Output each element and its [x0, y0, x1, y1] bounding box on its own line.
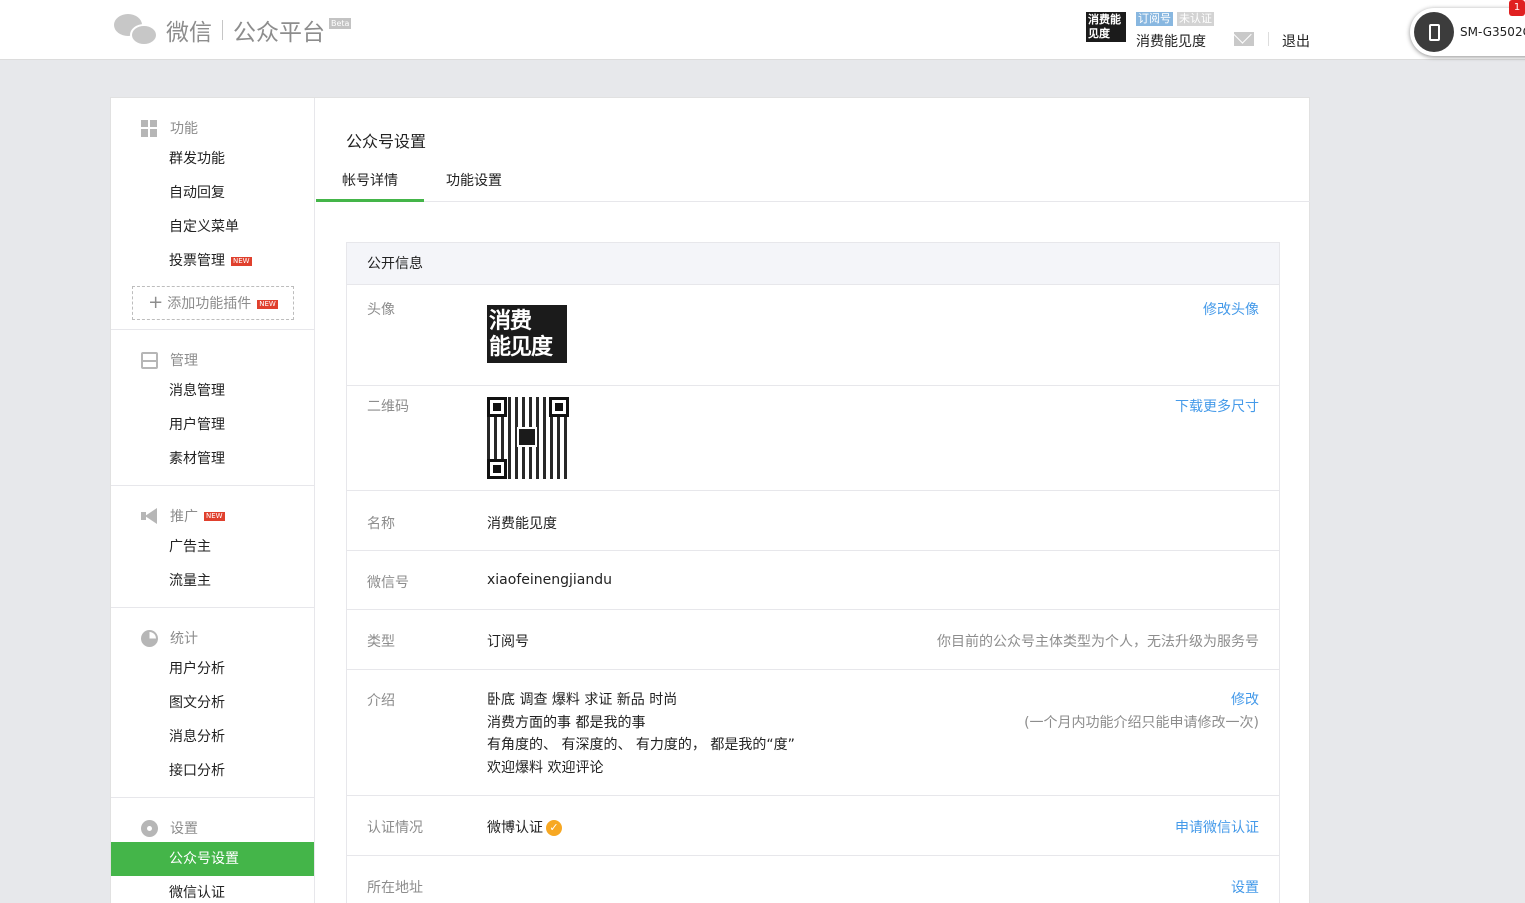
row-avatar: 头像 消费 能见度 修改头像 — [347, 285, 1279, 386]
sidebar-item-broadcast[interactable]: 群发功能 — [111, 142, 314, 176]
public-info-panel: 公开信息 头像 消费 能见度 修改头像 二维码 下载更多尺寸 名称 消费能见度 … — [346, 242, 1280, 903]
content-area: 公众号设置 帐号详情 功能设置 公开信息 头像 消费能见度 修改头像 二维码 — [316, 98, 1310, 903]
nav-group-settings: 设置 公众号设置 微信认证 — [111, 798, 314, 903]
tray-icon — [141, 351, 158, 369]
sidebar-item-auto-reply[interactable]: 自动回复 — [111, 176, 314, 210]
verified-check-icon: ✓ — [546, 820, 562, 836]
wechat-id-value: xiaofeinengjiandu — [487, 572, 612, 588]
new-badge: NEW — [257, 299, 278, 309]
add-plugin-button[interactable]: + 添加功能插件 NEW — [132, 286, 294, 320]
row-intro: 介绍 卧底 调查 爆料 求证 新品 时尚 消费方面的事 都是我的事 有角度的、 … — [347, 670, 1279, 796]
nav-group-functions: 功能 群发功能 自动回复 自定义菜单 投票管理 NEW + 添加功能插件 NEW — [111, 98, 314, 330]
sidebar-item-message-analysis[interactable]: 消息分析 — [111, 720, 314, 754]
account-name-value: 消费能见度 — [487, 516, 557, 532]
nav-head-functions: 功能 — [111, 114, 314, 142]
avatar-image: 消费 能见度 — [487, 305, 567, 363]
row-certification: 认证情况 微博认证 ✓ 申请微信认证 — [347, 796, 1279, 856]
label-intro: 介绍 — [367, 693, 395, 709]
new-badge: NEW — [231, 256, 252, 266]
sidebar-item-api-analysis[interactable]: 接口分析 — [111, 754, 314, 788]
qrcode-image — [487, 397, 569, 479]
wechat-logo-icon — [114, 12, 158, 48]
header-divider — [1268, 32, 1269, 46]
row-address: 所在地址 设置 — [347, 856, 1279, 903]
megaphone-icon — [141, 507, 158, 525]
sidebar-item-materials[interactable]: 素材管理 — [111, 442, 314, 476]
certification-value: 微博认证 ✓ — [487, 817, 562, 837]
grid-icon — [141, 119, 158, 137]
nav-head-settings: 设置 — [111, 814, 314, 842]
panel-title: 公开信息 — [347, 243, 1279, 285]
row-type: 类型 订阅号 你目前的公众号主体类型为个人，无法升级为服务号 — [347, 610, 1279, 670]
label-avatar: 头像 — [367, 302, 395, 318]
mail-icon[interactable] — [1234, 32, 1254, 46]
label-type: 类型 — [367, 634, 395, 650]
account-avatar[interactable]: 消费能见度 — [1086, 12, 1126, 42]
device-name: SM-G3502C — [1460, 25, 1525, 39]
sidebar-item-article-analysis[interactable]: 图文分析 — [111, 686, 314, 720]
top-bar: 微信 公众平台 Beta 消费能见度 订阅号 未认证 消费能见度 退出 — [0, 0, 1525, 60]
type-value: 订阅号 — [487, 634, 529, 650]
phone-icon — [1414, 12, 1454, 52]
logout-link[interactable]: 退出 — [1282, 31, 1310, 51]
apply-verification-link[interactable]: 申请微信认证 — [1175, 817, 1259, 837]
edit-intro-link[interactable]: 修改 — [1024, 689, 1259, 712]
sidebar: 功能 群发功能 自动回复 自定义菜单 投票管理 NEW + 添加功能插件 NEW 管理… — [111, 98, 315, 903]
download-qrcode-link[interactable]: 下载更多尺寸 — [1175, 396, 1259, 416]
page-title: 公众号设置 — [346, 132, 427, 151]
nav-head-promotion: 推广 NEW — [111, 502, 314, 530]
account-info[interactable]: 消费能见度 订阅号 未认证 消费能见度 — [1086, 12, 1214, 51]
account-name[interactable]: 消费能见度 — [1136, 31, 1214, 51]
label-address: 所在地址 — [367, 880, 423, 896]
type-note: 你目前的公众号主体类型为个人，无法升级为服务号 — [937, 634, 1259, 650]
gear-icon — [141, 819, 158, 837]
beta-badge: Beta — [329, 17, 352, 29]
account-status-tag: 未认证 — [1177, 12, 1214, 26]
row-wechat-id: 微信号 xiaofeinengjiandu — [347, 551, 1279, 610]
sidebar-item-vote[interactable]: 投票管理 NEW — [111, 244, 314, 278]
pie-chart-icon — [141, 629, 158, 647]
tab-account-details[interactable]: 帐号详情 — [316, 162, 424, 202]
row-name: 名称 消费能见度 — [347, 491, 1279, 551]
nav-group-manage: 管理 消息管理 用户管理 素材管理 — [111, 330, 314, 486]
new-badge: NEW — [204, 511, 225, 521]
sidebar-item-user-analysis[interactable]: 用户分析 — [111, 652, 314, 686]
sidebar-item-advertiser[interactable]: 广告主 — [111, 530, 314, 564]
tab-bar: 帐号详情 功能设置 — [316, 162, 1310, 202]
sidebar-item-custom-menu[interactable]: 自定义菜单 — [111, 210, 314, 244]
set-address-link[interactable]: 设置 — [1231, 877, 1259, 897]
nav-head-stats: 统计 — [111, 624, 314, 652]
logo-name: 微信 — [166, 20, 212, 46]
change-avatar-link[interactable]: 修改头像 — [1203, 299, 1259, 319]
intro-text: 卧底 调查 爆料 求证 新品 时尚 消费方面的事 都是我的事 有角度的、 有深度… — [487, 692, 795, 776]
nav-group-promotion: 推广 NEW 广告主 流量主 — [111, 486, 314, 608]
plus-icon: + — [148, 292, 164, 313]
device-widget[interactable]: SM-G3502C — [1410, 8, 1525, 56]
logo-platform: 公众平台 — [233, 20, 325, 46]
row-qrcode: 二维码 下载更多尺寸 — [347, 386, 1279, 491]
tab-function-settings[interactable]: 功能设置 — [430, 162, 518, 202]
sidebar-item-traffic-owner[interactable]: 流量主 — [111, 564, 314, 598]
label-name: 名称 — [367, 516, 395, 532]
notification-badge: 1 — [1509, 0, 1525, 16]
logo-divider — [222, 20, 223, 40]
label-wechat-id: 微信号 — [367, 575, 409, 591]
nav-group-stats: 统计 用户分析 图文分析 消息分析 接口分析 — [111, 608, 314, 798]
sidebar-item-users[interactable]: 用户管理 — [111, 408, 314, 442]
nav-head-manage: 管理 — [111, 346, 314, 374]
label-qrcode: 二维码 — [367, 399, 409, 415]
intro-note: (一个月内功能介绍只能申请修改一次) — [1024, 714, 1259, 731]
sidebar-item-account-settings[interactable]: 公众号设置 — [111, 842, 314, 876]
sidebar-item-wechat-verify[interactable]: 微信认证 — [111, 876, 314, 903]
account-type-tag: 订阅号 — [1136, 12, 1173, 26]
label-certification: 认证情况 — [367, 820, 423, 836]
wechat-logo[interactable]: 微信 公众平台 Beta — [114, 10, 352, 50]
main-container: 功能 群发功能 自动回复 自定义菜单 投票管理 NEW + 添加功能插件 NEW 管理… — [110, 97, 1310, 903]
sidebar-item-messages[interactable]: 消息管理 — [111, 374, 314, 408]
